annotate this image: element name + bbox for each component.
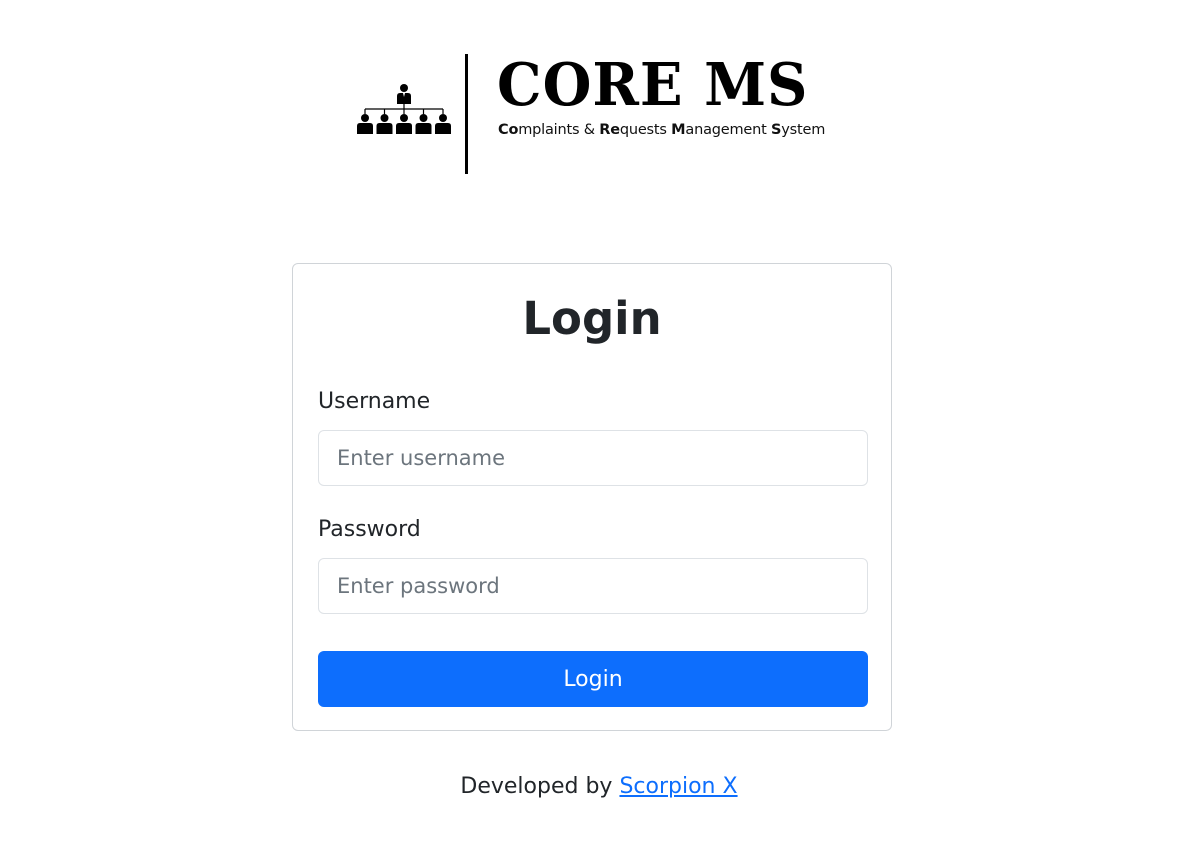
username-input[interactable] (318, 430, 868, 486)
login-card: Login Username Password Login (292, 263, 892, 731)
subtitle-rest-1: mplaints & (518, 122, 600, 138)
subtitle-bold-1: Co (498, 122, 519, 138)
logo-title: CORE MS (497, 50, 809, 120)
subtitle-rest-2: quests (619, 122, 672, 138)
login-heading: Login (522, 292, 662, 345)
logo: CORE MS Complaints & Requests Management… (355, 50, 825, 176)
login-button[interactable]: Login (318, 651, 868, 707)
username-label: Username (318, 389, 431, 414)
subtitle-rest-3: anagement (685, 122, 772, 138)
logo-divider (465, 54, 468, 174)
subtitle-bold-2: Re (599, 122, 620, 138)
footer-prefix: Developed by (460, 774, 620, 799)
password-label: Password (318, 517, 421, 542)
subtitle-bold-4: S (771, 122, 782, 138)
org-chart-icon (357, 84, 451, 134)
logo-subtitle: Complaints & Requests Management System (498, 122, 825, 138)
subtitle-rest-4: ystem (781, 122, 826, 138)
subtitle-bold-3: M (671, 122, 686, 138)
footer: Developed by Scorpion X (0, 773, 1198, 801)
developer-link[interactable]: Scorpion X (619, 774, 737, 799)
password-input[interactable] (318, 558, 868, 614)
